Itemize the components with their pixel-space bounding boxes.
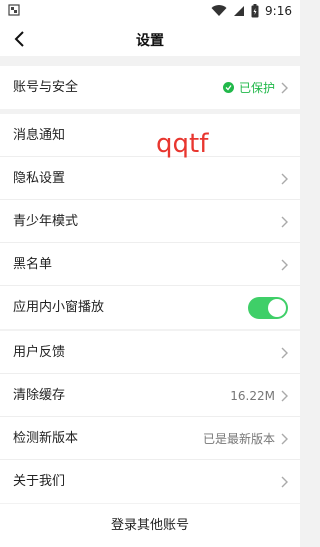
version-status: 已是最新版本 (202, 432, 275, 446)
status-bar: 9:16 (0, 0, 300, 22)
nav-bar: 设置 (0, 22, 300, 56)
settings-group-general: 消息通知 隐私设置 青少年模式 黑名单 应用内小窗播放 (0, 114, 300, 329)
chevron-right-icon (281, 476, 288, 487)
settings-row-mini-window: 应用内小窗播放 (0, 286, 300, 329)
settings-row-feedback[interactable]: 用户反馈 (0, 331, 300, 374)
chevron-right-icon (281, 216, 288, 227)
notification-icon (8, 4, 20, 16)
row-label: 黑名单 (13, 257, 53, 272)
battery-icon (251, 4, 259, 18)
cache-size: 16.22M (230, 388, 275, 403)
wifi-icon (211, 5, 227, 17)
watermark-text: qqtf (156, 129, 209, 159)
row-label: 隐私设置 (13, 171, 66, 186)
settings-row-check-update[interactable]: 检测新版本 已是最新版本 (0, 417, 300, 460)
login-other-account-button[interactable]: 登录其他账号 (0, 504, 300, 547)
chevron-right-icon (281, 390, 288, 401)
row-label: 清除缓存 (13, 388, 66, 403)
chevron-right-icon (281, 259, 288, 270)
settings-row-about[interactable]: 关于我们 (0, 460, 300, 503)
chevron-right-icon (281, 347, 288, 358)
mini-window-toggle[interactable] (248, 296, 288, 319)
settings-group-misc: 用户反馈 清除缓存 16.22M 检测新版本 已是最新版本 关于我们 (0, 331, 300, 503)
row-label: 青少年模式 (13, 214, 79, 229)
toggle-knob (268, 298, 286, 317)
settings-group-account: 账号与安全 已保护 (0, 66, 300, 109)
signal-icon (234, 6, 245, 16)
row-label: 应用内小窗播放 (13, 300, 105, 315)
settings-row-clear-cache[interactable]: 清除缓存 16.22M (0, 374, 300, 417)
chevron-right-icon (281, 173, 288, 184)
chevron-right-icon (281, 433, 288, 444)
check-circle-icon (222, 82, 234, 93)
settings-row-teen-mode[interactable]: 青少年模式 (0, 200, 300, 243)
settings-row-privacy[interactable]: 隐私设置 (0, 157, 300, 200)
settings-row-blacklist[interactable]: 黑名单 (0, 243, 300, 286)
page-title: 设置 (136, 33, 164, 49)
settings-row-notifications[interactable]: 消息通知 (0, 114, 300, 157)
protection-status: 已保护 (238, 81, 275, 95)
chevron-right-icon (281, 82, 288, 93)
footer: 登录其他账号 (0, 504, 300, 547)
settings-row-account-security[interactable]: 账号与安全 已保护 (0, 66, 300, 109)
row-label: 关于我们 (13, 474, 66, 489)
row-label: 账号与安全 (13, 80, 79, 95)
row-label: 用户反馈 (13, 345, 66, 360)
row-label: 检测新版本 (13, 431, 79, 446)
status-time: 9:16 (265, 4, 292, 18)
row-label: 消息通知 (13, 128, 66, 143)
